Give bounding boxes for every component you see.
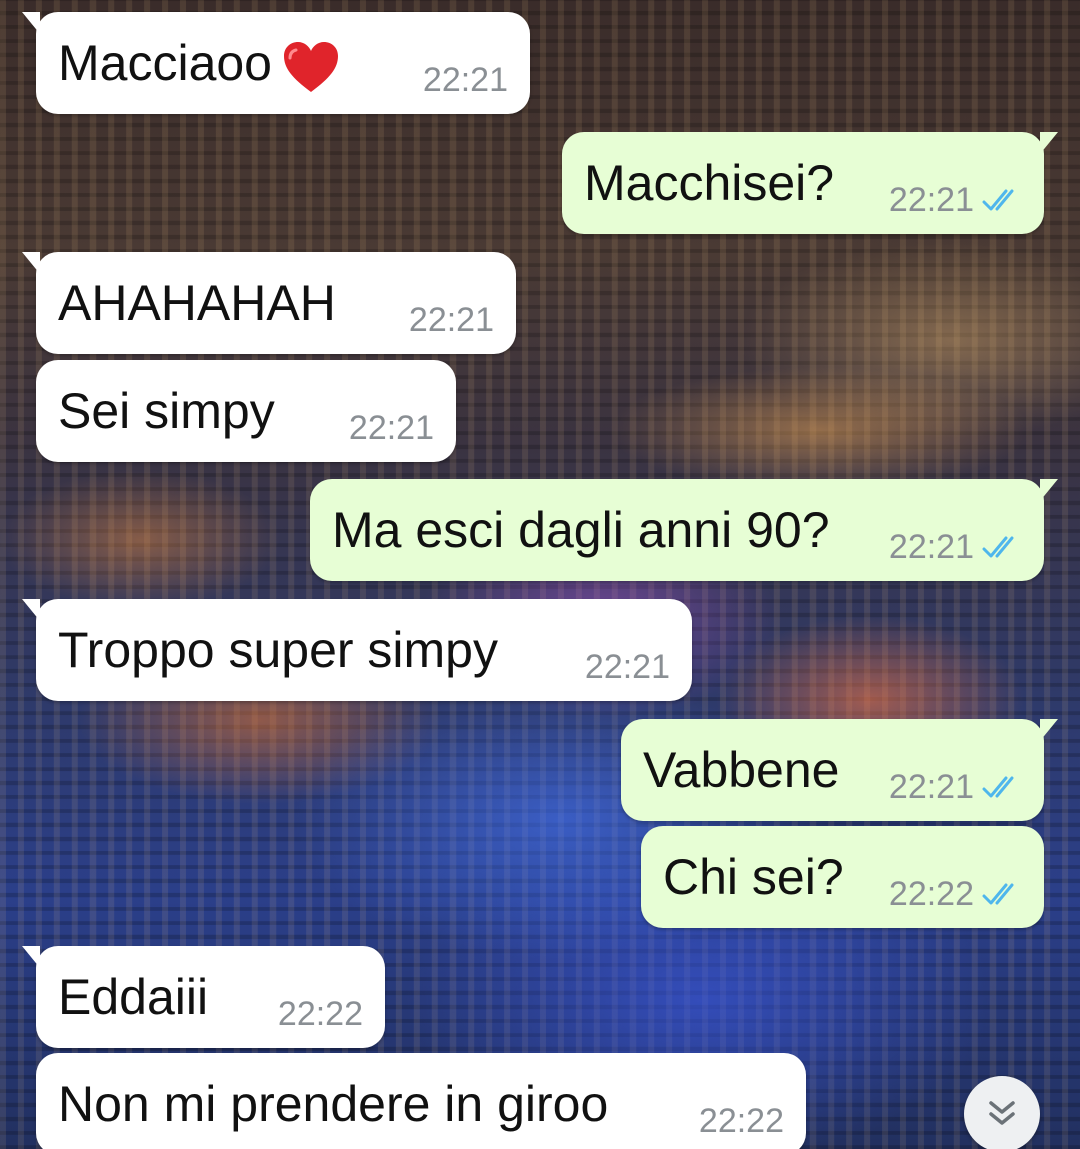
message-text: AHAHAHAH xyxy=(58,275,336,331)
message-time: 22:21 xyxy=(422,61,508,99)
message-meta: 22:22 xyxy=(699,1101,784,1141)
message-bubble-outgoing[interactable]: Vabbene 22:21 xyxy=(621,719,1058,821)
double-check-icon xyxy=(982,536,1014,558)
message-bubble-incoming[interactable]: AHAHAHAH 22:21 xyxy=(22,252,516,354)
message-text: Vabbene xyxy=(643,742,840,798)
message-meta: 22:22 xyxy=(889,874,1022,914)
message-time: 22:22 xyxy=(888,875,974,913)
message-text: Ma esci dagli anni 90? xyxy=(332,502,830,558)
message-text: Sei simpy xyxy=(58,383,275,439)
message-time: 22:21 xyxy=(408,301,494,339)
message-bubble-outgoing[interactable]: Macchisei? 22:21 xyxy=(562,132,1058,234)
message-meta: 22:21 xyxy=(585,647,670,687)
message-text: Macciaoo xyxy=(58,34,340,94)
message-meta: 22:22 xyxy=(278,994,363,1034)
double-check-icon xyxy=(982,883,1014,905)
message-time: 22:21 xyxy=(888,768,974,806)
message-bubble-outgoing[interactable]: Chi sei? 22:22 xyxy=(641,826,1044,928)
message-time: 22:21 xyxy=(888,181,974,219)
message-meta: 22:21 xyxy=(409,300,494,340)
message-meta: 22:21 xyxy=(349,408,434,448)
double-check-icon xyxy=(982,189,1014,211)
message-bubble-incoming[interactable]: Troppo super simpy 22:21 xyxy=(22,599,692,701)
message-bubble-incoming[interactable]: Non mi prendere in giroo 22:22 xyxy=(36,1053,806,1149)
message-bubble-incoming[interactable]: Eddaiii 22:22 xyxy=(22,946,385,1048)
message-time: 22:21 xyxy=(584,648,670,686)
red-heart-emoji-icon xyxy=(284,41,338,92)
message-time: 22:22 xyxy=(277,995,363,1033)
message-text: Eddaiii xyxy=(58,969,209,1025)
message-meta: 22:21 xyxy=(889,180,1022,220)
message-time: 22:21 xyxy=(348,409,434,447)
message-time: 22:22 xyxy=(698,1102,784,1140)
message-meta: 22:21 xyxy=(889,527,1022,567)
message-time: 22:21 xyxy=(888,528,974,566)
double-check-icon xyxy=(982,776,1014,798)
double-chevron-down-icon xyxy=(989,1101,1015,1125)
message-text: Chi sei? xyxy=(663,849,844,905)
scroll-to-bottom-button[interactable] xyxy=(964,1076,1040,1149)
message-text: Troppo super simpy xyxy=(58,622,498,678)
message-text: Macchisei? xyxy=(584,155,835,211)
message-bubble-incoming[interactable]: Macciaoo 22:21 xyxy=(22,12,530,114)
message-meta: 22:21 xyxy=(423,60,508,100)
message-bubble-incoming[interactable]: Sei simpy 22:21 xyxy=(36,360,456,462)
message-meta: 22:21 xyxy=(889,767,1022,807)
message-text: Non mi prendere in giroo xyxy=(58,1076,609,1132)
message-bubble-outgoing[interactable]: Ma esci dagli anni 90? 22:21 xyxy=(310,479,1058,581)
